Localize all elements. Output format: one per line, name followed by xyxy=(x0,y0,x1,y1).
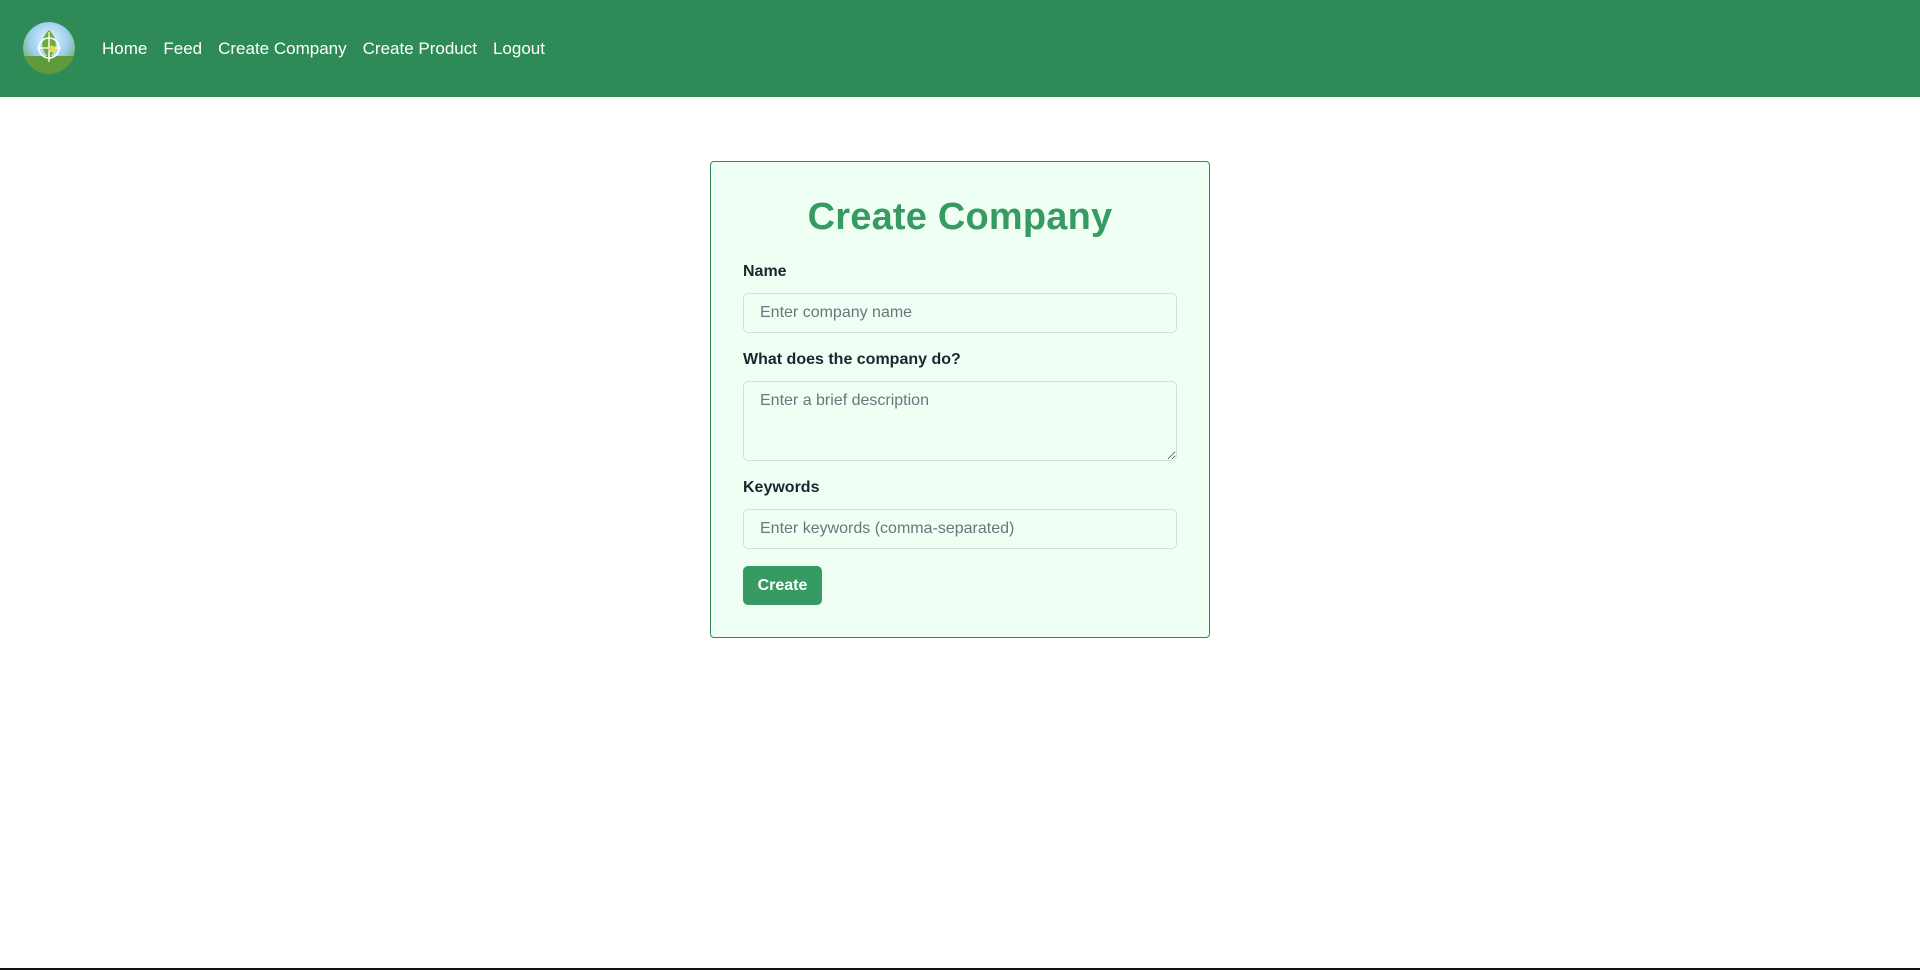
leaf-globe-logo-icon[interactable] xyxy=(23,22,75,74)
nav-link-feed[interactable]: Feed xyxy=(163,39,202,59)
create-company-form-card: Create Company Name What does the compan… xyxy=(710,161,1210,638)
nav-link-create-company[interactable]: Create Company xyxy=(218,39,347,59)
create-button[interactable]: Create xyxy=(743,566,822,605)
nav-link-logout[interactable]: Logout xyxy=(493,39,545,59)
nav-links: Home Feed Create Company Create Product … xyxy=(102,0,545,97)
nav-link-home[interactable]: Home xyxy=(102,39,147,59)
company-name-input[interactable] xyxy=(743,293,1177,333)
nav-link-create-product[interactable]: Create Product xyxy=(363,39,477,59)
keywords-label: Keywords xyxy=(743,479,820,496)
keywords-input[interactable] xyxy=(743,509,1177,549)
navbar: Home Feed Create Company Create Product … xyxy=(0,0,1920,97)
page-title: Create Company xyxy=(807,196,1113,238)
description-label: What does the company do? xyxy=(743,351,961,368)
name-label: Name xyxy=(743,263,787,280)
company-description-textarea[interactable] xyxy=(743,381,1177,461)
